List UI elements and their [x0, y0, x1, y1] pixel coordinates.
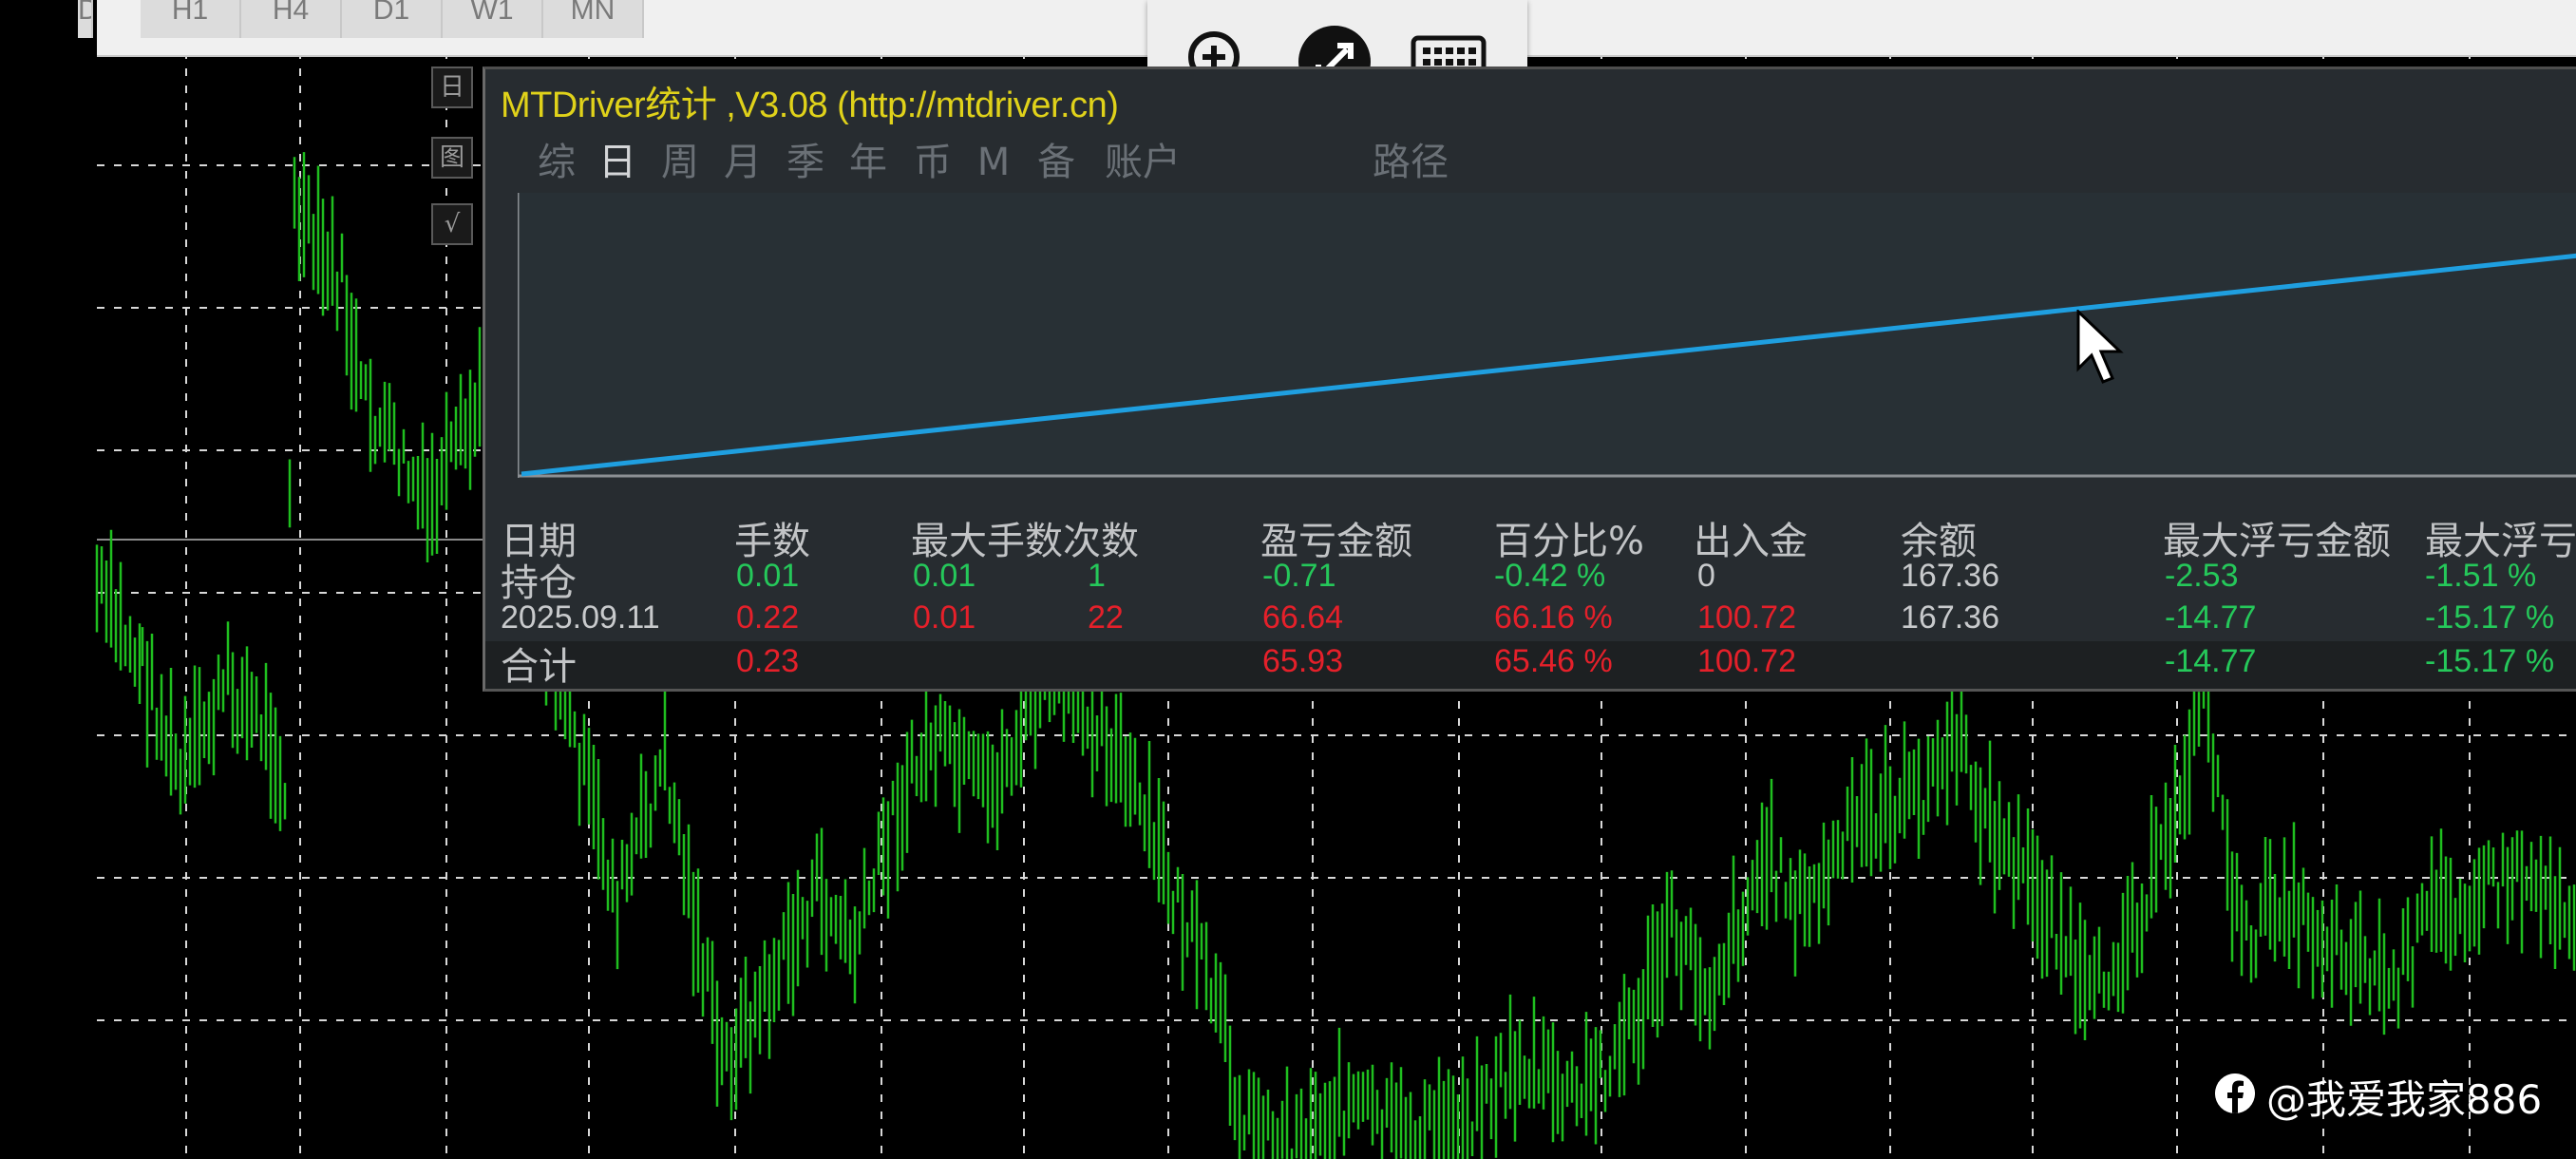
row-position-count: 1	[1088, 558, 1106, 594]
row-position-pnl: -0.71	[1262, 558, 1336, 594]
mtdriver-stats-panel: MTDriver统计 ,V3.08 (http://mtdriver.cn) 综…	[483, 66, 2576, 692]
equity-graph	[518, 193, 2576, 478]
tab-month[interactable]: 月	[719, 136, 767, 189]
tab-day[interactable]: 日	[594, 136, 641, 189]
side-button-day[interactable]: 日	[431, 66, 473, 108]
row-date-pct: 66.16 %	[1494, 599, 1613, 636]
row-total-lots: 0.23	[736, 643, 800, 679]
row-total-pnl: 65.93	[1262, 643, 1344, 679]
row-total-date: 合计	[501, 645, 577, 689]
facebook-icon	[2215, 1074, 2255, 1113]
row-date-balance: 167.36	[1901, 599, 1999, 636]
side-button-check[interactable]: √	[431, 203, 473, 245]
row-date-max-float-pct: -15.17 %	[2425, 599, 2555, 636]
panel-title: MTDriver统计 ,V3.08 (http://mtdriver.cn)	[501, 86, 1119, 125]
row-total-pct: 65.46 %	[1494, 643, 1613, 679]
timeframe-button-w1[interactable]: W1	[443, 0, 543, 38]
stats-table: 日期 手数 最大手数 次数 盈亏金额 百分比% 出入金 余额 最大浮亏金额 最大…	[485, 514, 2576, 689]
tab-summary[interactable]: 综	[533, 136, 580, 189]
tab-account[interactable]: 账户	[1095, 136, 1190, 189]
tab-currency[interactable]: 币	[909, 136, 957, 189]
row-date-count: 22	[1088, 599, 1124, 636]
left-border	[0, 0, 97, 1159]
timeframe-button-h1[interactable]: H1	[141, 0, 241, 38]
row-date-lots: 0.22	[736, 599, 800, 636]
tab-week[interactable]: 周	[656, 136, 704, 189]
row-position-lots: 0.01	[736, 558, 800, 594]
row-total-max-float-pct: -15.17 %	[2425, 643, 2555, 679]
tab-magic[interactable]: M	[970, 136, 1017, 189]
tab-note[interactable]: 备	[1032, 136, 1080, 189]
watermark-text: @我爱我家886	[2266, 1076, 2543, 1123]
equity-line	[521, 253, 2576, 477]
row-total-deposit: 100.72	[1697, 643, 1796, 679]
row-total-max-float-loss: -14.77	[2165, 643, 2257, 679]
row-position-pct: -0.42 %	[1494, 558, 1606, 594]
row-date-date: 2025.09.11	[501, 599, 660, 636]
row-position-max-float-pct: -1.51 %	[2425, 558, 2537, 594]
row-date-deposit: 100.72	[1697, 599, 1796, 636]
row-position-max-lots: 0.01	[913, 558, 976, 594]
mouse-cursor-icon	[2076, 310, 2124, 384]
row-date-max-float-loss: -14.77	[2165, 599, 2257, 636]
row-date-pnl: 66.64	[1262, 599, 1344, 636]
panel-tabs: 综 日 周 月 季 年 币 M 备 账户 路径	[485, 136, 2576, 189]
row-date-max-lots: 0.01	[913, 599, 976, 636]
timeframe-button-h4[interactable]: H4	[241, 0, 342, 38]
row-position-max-float-loss: -2.53	[2165, 558, 2239, 594]
tab-year[interactable]: 年	[844, 136, 892, 189]
tab-quarter[interactable]: 季	[782, 136, 829, 189]
timeframe-button-mn[interactable]: MN	[543, 0, 644, 38]
row-position-deposit: 0	[1697, 558, 1715, 594]
timeframe-button-d1[interactable]: D1	[342, 0, 443, 38]
row-position-balance: 167.36	[1901, 558, 1999, 594]
side-button-chart[interactable]: 图	[431, 137, 473, 179]
timeframe-button-d[interactable]: D	[78, 0, 93, 38]
tab-path[interactable]: 路径	[1363, 136, 1458, 189]
